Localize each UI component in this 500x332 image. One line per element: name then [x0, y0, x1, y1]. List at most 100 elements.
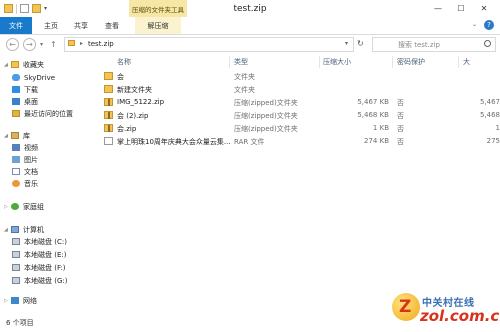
minimize-button[interactable]: —	[428, 0, 448, 17]
chevron-right-icon[interactable]: ▷	[4, 298, 11, 304]
file-type: 文件夹	[234, 86, 255, 94]
sidebar-item-favorites[interactable]: ◢ 收藏夹	[4, 59, 44, 70]
chevron-down-icon[interactable]: ◢	[4, 133, 11, 139]
recent-locations-icon[interactable]: ▾	[40, 41, 43, 48]
search-icon[interactable]	[484, 40, 491, 47]
column-divider[interactable]	[458, 56, 459, 68]
star-icon	[11, 61, 19, 68]
column-header-name[interactable]: 名称	[117, 57, 131, 67]
column-header-size[interactable]: 大	[463, 57, 470, 67]
file-row[interactable]: 会 (2).zip 压缩(zipped)文件夹 5,468 KB 否 5,468	[100, 109, 500, 122]
column-divider[interactable]	[392, 56, 393, 68]
network-icon	[11, 297, 19, 304]
expand-ribbon-icon[interactable]: ⌄	[472, 21, 477, 28]
file-size: 275	[486, 137, 500, 145]
forward-button[interactable]: →	[23, 38, 36, 51]
file-type: 压缩(zipped)文件夹	[234, 99, 298, 107]
chevron-down-icon[interactable]: ◢	[4, 227, 11, 233]
refresh-button[interactable]: ↻	[357, 39, 364, 48]
item-count: 6 个项目	[6, 319, 34, 327]
document-icon	[12, 168, 20, 175]
desktop-icon	[12, 98, 20, 105]
drive-icon	[12, 277, 20, 284]
address-dropdown-icon[interactable]: ▾	[345, 40, 348, 47]
folder-icon	[104, 72, 113, 80]
search-placeholder: 搜索 test.zip	[398, 41, 440, 49]
back-button[interactable]: ←	[6, 38, 19, 51]
sidebar-item-computer[interactable]: ◢ 计算机	[4, 224, 44, 235]
tab-view[interactable]: 查看	[99, 17, 125, 34]
sidebar-item-drive-c[interactable]: 本地磁盘 (C:)	[12, 236, 67, 247]
file-row[interactable]: 新建文件夹 文件夹	[100, 83, 500, 96]
zip-folder-icon	[68, 40, 75, 46]
column-header-compressed-size[interactable]: 压缩大小	[323, 57, 351, 67]
sidebar-item-drive-g[interactable]: 本地磁盘 (G:)	[12, 275, 67, 286]
computer-icon	[11, 226, 19, 233]
file-row[interactable]: 会.zip 压缩(zipped)文件夹 1 KB 否 1	[100, 122, 500, 135]
picture-icon	[12, 156, 20, 163]
file-compressed-size: 274 KB	[364, 137, 389, 145]
file-name: IMG_5122.zip	[117, 98, 165, 106]
sidebar-item-pictures[interactable]: 图片	[12, 154, 38, 165]
download-icon	[12, 86, 20, 93]
file-size: 5,467	[479, 98, 500, 106]
tab-file[interactable]: 文件	[0, 17, 32, 34]
zip-icon	[104, 111, 113, 119]
column-divider[interactable]	[229, 56, 230, 68]
recent-places-icon	[12, 110, 20, 117]
help-icon[interactable]: ?	[484, 20, 494, 30]
breadcrumb-chevron-icon[interactable]: ▸	[80, 40, 83, 47]
cloud-icon	[12, 74, 20, 81]
sidebar-item-drive-f[interactable]: 本地磁盘 (F:)	[12, 262, 66, 273]
file-name: 会	[117, 73, 124, 81]
chevron-right-icon[interactable]: ▷	[4, 204, 11, 210]
sidebar-item-recent[interactable]: 最近访问的位置	[12, 108, 73, 119]
sidebar-item-videos[interactable]: 视频	[12, 142, 38, 153]
sidebar-item-skydrive[interactable]: SkyDrive	[12, 72, 55, 83]
up-button[interactable]: ↑	[50, 40, 57, 49]
column-divider[interactable]	[319, 56, 320, 68]
sidebar-item-network[interactable]: ▷ 网络	[4, 295, 37, 306]
file-type: 文件夹	[234, 73, 255, 81]
window-title: test.zip	[233, 4, 267, 14]
file-type: 压缩(zipped)文件夹	[234, 125, 298, 133]
watermark-logo-letter: Z	[399, 297, 412, 317]
sidebar-item-libraries[interactable]: ◢ 库	[4, 130, 30, 141]
column-header-type[interactable]: 类型	[234, 57, 248, 67]
file-name: 新建文件夹	[117, 86, 152, 94]
file-compressed-size: 1 KB	[372, 124, 389, 132]
column-header-password[interactable]: 密码保护	[397, 57, 425, 67]
chevron-down-icon[interactable]: ◢	[4, 62, 11, 68]
file-size: 1	[495, 124, 500, 132]
sidebar-item-documents[interactable]: 文档	[12, 166, 38, 177]
file-type: 压缩(zipped)文件夹	[234, 112, 298, 120]
drive-icon	[12, 251, 20, 258]
navigation-pane: ◢ 收藏夹 SkyDrive 下载 桌面 最近访问的位置 ◢ 库 视频 图片 文…	[0, 56, 96, 314]
sidebar-item-music[interactable]: 音乐	[12, 178, 38, 189]
file-row[interactable]: IMG_5122.zip 压缩(zipped)文件夹 5,467 KB 否 5,…	[100, 96, 500, 109]
file-name: 会.zip	[117, 125, 137, 133]
maximize-button[interactable]: ☐	[451, 0, 471, 17]
file-row[interactable]: 掌上明珠10周年庆典大会众量云集... RAR 文件 274 KB 否 275	[100, 135, 500, 148]
zip-icon	[104, 98, 113, 106]
sidebar-item-homegroup[interactable]: ▷ 家庭组	[4, 201, 44, 212]
tab-extract[interactable]: 解压缩	[135, 17, 181, 34]
file-compressed-size: 5,467 KB	[357, 98, 389, 106]
file-password: 否	[397, 138, 404, 146]
file-compressed-size: 5,468 KB	[357, 111, 389, 119]
drive-icon	[12, 264, 20, 271]
file-password: 否	[397, 99, 404, 107]
zip-icon	[104, 124, 113, 132]
sidebar-item-desktop[interactable]: 桌面	[12, 96, 38, 107]
file-size: 5,468	[479, 111, 500, 119]
tab-home[interactable]: 主页	[38, 17, 64, 34]
close-button[interactable]: ✕	[474, 0, 494, 17]
file-row[interactable]: 会 文件夹	[100, 70, 500, 83]
sidebar-item-downloads[interactable]: 下载	[12, 84, 38, 95]
folder-icon	[104, 85, 113, 93]
sidebar-item-drive-e[interactable]: 本地磁盘 (E:)	[12, 249, 66, 260]
file-type: RAR 文件	[234, 138, 265, 146]
drive-icon	[12, 238, 20, 245]
tab-share[interactable]: 共享	[68, 17, 94, 34]
breadcrumb[interactable]: test.zip	[88, 40, 114, 48]
